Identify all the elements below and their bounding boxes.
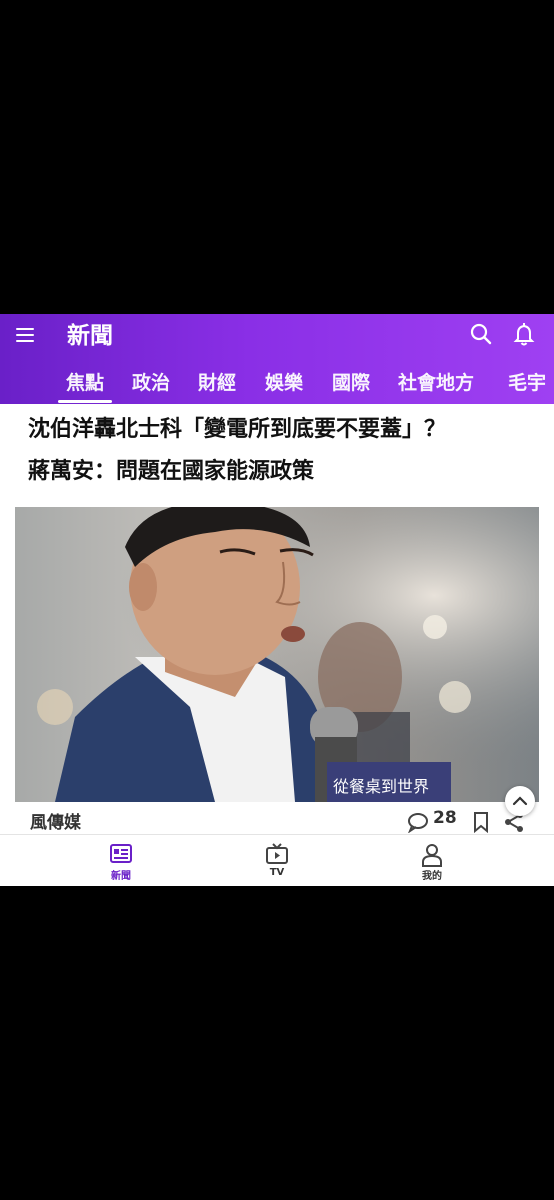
scroll-to-top-button[interactable] [505, 786, 535, 816]
tab-overflow[interactable]: 毛宇 [508, 364, 546, 404]
article-photo[interactable]: 從餐桌到世界 [15, 507, 539, 802]
mic-cube-text: 從餐桌到世界 [333, 777, 429, 796]
nav-tv-label: TV [269, 867, 285, 878]
comment-count: 28 [433, 808, 457, 828]
user-icon [422, 844, 442, 867]
nav-me-label: 我的 [422, 871, 442, 882]
bottom-navigation: 新聞 TV 我的 [0, 834, 554, 886]
tab-politics[interactable]: 政治 [132, 364, 170, 404]
nav-me[interactable]: 我的 [392, 835, 472, 886]
tab-entertainment[interactable]: 娛樂 [265, 364, 303, 404]
tab-finance[interactable]: 財經 [198, 364, 236, 404]
chevron-up-icon [512, 796, 528, 806]
active-tab-indicator [58, 400, 112, 403]
article-source[interactable]: 風傳媒 [30, 808, 81, 833]
menu-icon[interactable] [14, 322, 38, 346]
headline-line-1: 沈伯洋轟北士科「變電所到底要不要蓋」？ [28, 417, 447, 442]
tab-focus[interactable]: 焦點 [66, 364, 104, 404]
nav-tv[interactable]: TV [237, 835, 317, 886]
app-header: 新聞 焦點 政治 財經 娛樂 國際 社會地方 毛宇 [0, 314, 554, 404]
category-tabs: 焦點 政治 財經 娛樂 國際 社會地方 毛宇 [0, 364, 554, 404]
app-screen: 新聞 焦點 政治 財經 娛樂 國際 社會地方 毛宇 沈伯洋轟北士科「變電所到底要… [0, 314, 554, 886]
bell-icon[interactable] [510, 320, 538, 348]
tab-international[interactable]: 國際 [332, 364, 370, 404]
newspaper-icon [110, 844, 132, 863]
headline-line-2: 蔣萬安：問題在國家能源政策 [28, 459, 315, 484]
tab-society-local[interactable]: 社會地方 [398, 364, 474, 404]
search-icon[interactable] [467, 320, 495, 348]
nav-news[interactable]: 新聞 [81, 835, 161, 886]
app-title: 新聞 [67, 323, 113, 349]
tv-icon [266, 843, 288, 864]
article-headline[interactable]: 沈伯洋轟北士科「變電所到底要不要蓋」？ 蔣萬安：問題在國家能源政策 [28, 409, 528, 493]
nav-news-label: 新聞 [111, 871, 131, 882]
